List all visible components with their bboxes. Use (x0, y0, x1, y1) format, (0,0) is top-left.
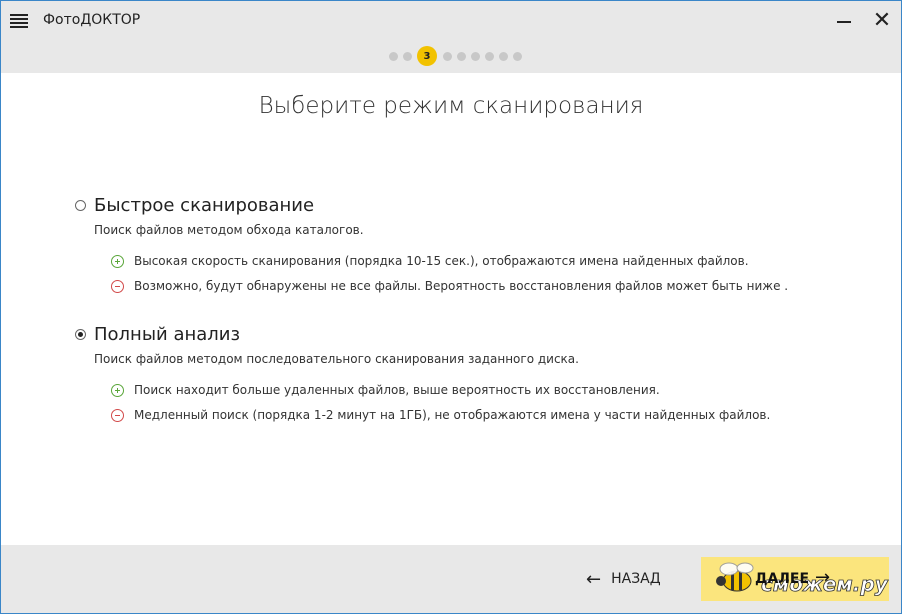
back-label: НАЗАД (611, 571, 661, 587)
minimize-button[interactable] (832, 9, 856, 33)
step-dot-current: 3 (417, 46, 437, 66)
pro-text: Высокая скорость сканирования (порядка 1… (134, 254, 749, 268)
page-title: Выберите режим сканирования (258, 93, 644, 119)
title-bar: ФотоДОКТОР ✕ 3 (1, 1, 901, 73)
step-dot (471, 51, 480, 61)
footer-bar: ← НАЗАД сможем.ру ДАЛЕЕ → (1, 545, 901, 613)
next-label: ДАЛЕЕ (755, 571, 810, 587)
back-button[interactable]: ← НАЗАД (586, 564, 661, 594)
quick-scan-radio[interactable] (75, 200, 86, 211)
close-icon: ✕ (872, 8, 892, 33)
step-indicator: 3 (389, 46, 527, 66)
app-title: ФотоДОКТОР (43, 12, 141, 28)
con-text: Возможно, будут обнаружены не все файлы.… (134, 279, 789, 293)
arrow-right-icon: → (815, 567, 831, 588)
next-button[interactable]: сможем.ру ДАЛЕЕ → (701, 557, 889, 601)
step-dot (403, 51, 412, 61)
con-text: Медленный поиск (порядка 1-2 минут на 1Г… (134, 408, 771, 422)
plus-icon (111, 384, 124, 397)
step-dot (443, 51, 452, 61)
minimize-icon (837, 21, 851, 23)
step-dot (389, 51, 398, 61)
hamburger-menu-icon[interactable] (10, 14, 28, 28)
minus-icon (111, 409, 124, 422)
option-title[interactable]: Полный анализ (94, 324, 240, 345)
step-dot (457, 51, 466, 61)
step-dot (499, 51, 508, 61)
minus-icon (111, 280, 124, 293)
app-window: ФотоДОКТОР ✕ 3 Выберите режим сканирован… (0, 0, 902, 614)
pro-text: Поиск находит больше удаленных файлов, в… (134, 383, 660, 397)
arrow-left-icon: ← (586, 568, 602, 590)
step-dot (485, 51, 494, 61)
step-dot (513, 51, 522, 61)
option-description: Поиск файлов методом обхода каталогов. (94, 223, 364, 237)
close-button[interactable]: ✕ (870, 9, 894, 33)
full-analysis-radio[interactable] (75, 329, 86, 340)
option-title[interactable]: Быстрое сканирование (94, 195, 314, 216)
option-description: Поиск файлов методом последовательного с… (94, 352, 579, 366)
plus-icon (111, 255, 124, 268)
